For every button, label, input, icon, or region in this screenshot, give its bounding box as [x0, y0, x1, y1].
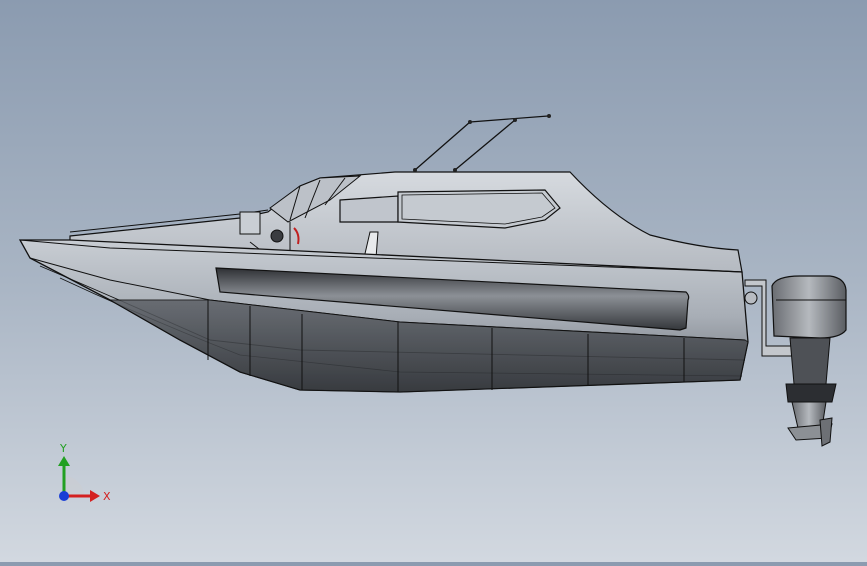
- z-axis-dot-icon: [59, 491, 69, 501]
- antenna-arch: [413, 114, 551, 172]
- coordinate-triad: Y X: [40, 440, 120, 510]
- y-axis-arrowhead-icon: [58, 456, 70, 466]
- triad-svg: Y X: [58, 442, 111, 503]
- y-axis-label: Y: [59, 442, 67, 455]
- outboard-motor: [771, 275, 847, 447]
- x-axis-arrowhead-icon: [90, 490, 100, 502]
- boat-model-svg[interactable]: [0, 0, 867, 562]
- x-axis-label: X: [103, 490, 111, 503]
- model-viewport[interactable]: [0, 0, 867, 562]
